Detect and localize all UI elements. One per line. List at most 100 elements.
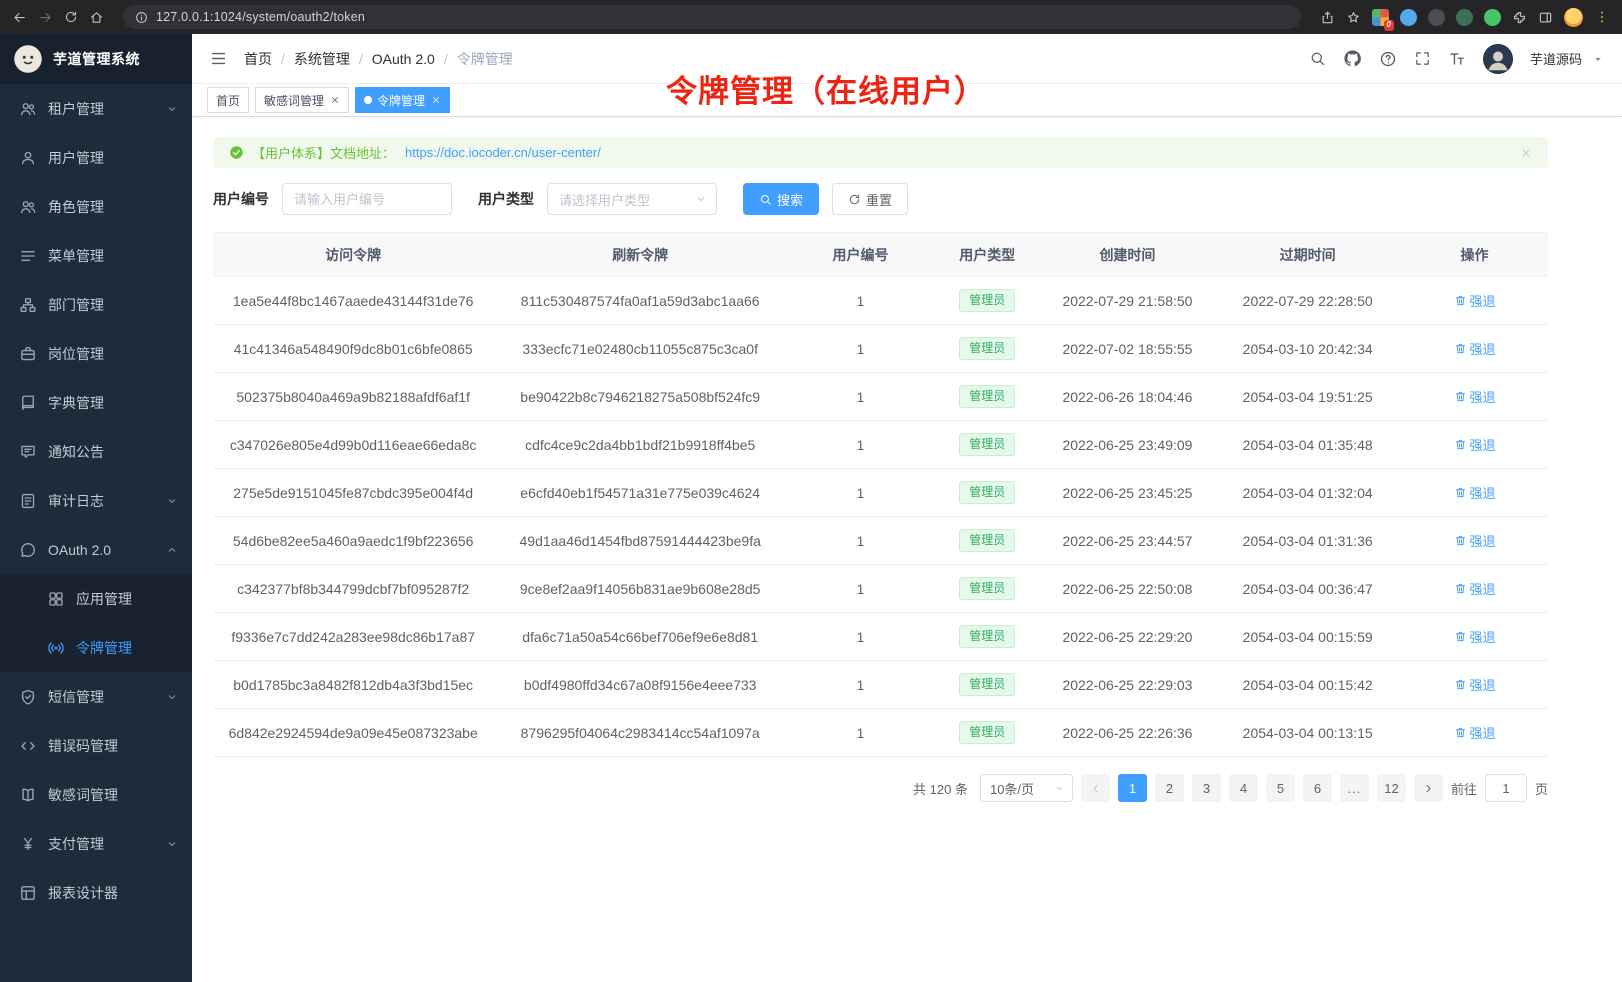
user-avatar[interactable] bbox=[1483, 44, 1513, 74]
address-bar[interactable]: 127.0.0.1:1024/system/oauth2/token bbox=[123, 5, 1301, 29]
page-button-3[interactable]: 3 bbox=[1192, 774, 1221, 802]
page-button-1[interactable]: 1 bbox=[1118, 774, 1147, 802]
extension-icon[interactable] bbox=[1400, 9, 1417, 26]
help-icon[interactable] bbox=[1379, 50, 1397, 68]
alert-close-icon[interactable] bbox=[1520, 147, 1532, 159]
trash-icon bbox=[1454, 438, 1467, 451]
sidebar-item-dict[interactable]: 字典管理 bbox=[0, 378, 192, 427]
browser-profile-avatar[interactable] bbox=[1564, 8, 1583, 27]
dept-icon bbox=[19, 296, 37, 314]
info-icon[interactable] bbox=[135, 11, 148, 24]
force-logout-button[interactable]: 强退 bbox=[1454, 387, 1496, 406]
breadcrumb-separator: / bbox=[444, 51, 448, 67]
user-type-select[interactable]: 请选择用户类型 bbox=[547, 183, 717, 215]
search-icon[interactable] bbox=[1309, 50, 1326, 67]
chevron-down-icon bbox=[1054, 783, 1065, 794]
user-name[interactable]: 芋道源码 bbox=[1530, 49, 1582, 68]
user-id-input[interactable] bbox=[282, 183, 452, 215]
bookmark-star-icon[interactable] bbox=[1346, 10, 1361, 25]
force-logout-button[interactable]: 强退 bbox=[1454, 435, 1496, 454]
navbar-actions: 芋道源码 bbox=[1309, 44, 1605, 74]
back-button[interactable] bbox=[12, 10, 27, 25]
breadcrumb-item[interactable]: 系统管理 bbox=[294, 49, 350, 69]
home-button[interactable] bbox=[89, 10, 104, 25]
force-logout-button[interactable]: 强退 bbox=[1454, 483, 1496, 502]
col-expire-time: 过期时间 bbox=[1214, 233, 1401, 277]
reset-button[interactable]: 重置 bbox=[832, 183, 908, 215]
sidebar-item-notice[interactable]: 通知公告 bbox=[0, 427, 192, 476]
sidebar-toggle-button[interactable] bbox=[209, 49, 228, 68]
breadcrumb-item[interactable]: 首页 bbox=[244, 49, 272, 69]
force-logout-button[interactable]: 强退 bbox=[1454, 531, 1496, 550]
sidebar-item-report[interactable]: 报表设计器 bbox=[0, 868, 192, 917]
alert-doc-link[interactable]: https://doc.iocoder.cn/user-center/ bbox=[405, 145, 601, 160]
page-size-select[interactable]: 10条/页 bbox=[980, 774, 1073, 802]
fullscreen-icon[interactable] bbox=[1414, 50, 1431, 67]
page-button-2[interactable]: 2 bbox=[1155, 774, 1184, 802]
sidebar-item-sms[interactable]: 短信管理 bbox=[0, 672, 192, 721]
sidebar-item-post[interactable]: 岗位管理 bbox=[0, 329, 192, 378]
sidebar-item-oauth2-app[interactable]: 应用管理 bbox=[0, 574, 192, 623]
caret-down-icon[interactable] bbox=[1591, 52, 1605, 66]
extension-icon[interactable] bbox=[1484, 9, 1501, 26]
sidebar-item-oauth2[interactable]: OAuth 2.0 bbox=[0, 525, 192, 574]
extension-icon[interactable] bbox=[1428, 9, 1445, 26]
sensitive-icon bbox=[19, 786, 37, 804]
page-button-6[interactable]: 6 bbox=[1303, 774, 1332, 802]
tab-close-icon[interactable] bbox=[330, 95, 340, 105]
forward-button[interactable] bbox=[38, 10, 53, 25]
trash-icon bbox=[1454, 534, 1467, 547]
next-page-button[interactable] bbox=[1414, 774, 1443, 802]
reload-button[interactable] bbox=[64, 10, 78, 24]
extensions-puzzle-icon[interactable] bbox=[1512, 10, 1527, 25]
share-button[interactable] bbox=[1320, 10, 1335, 25]
sidebar-item-tenant[interactable]: 租户管理 bbox=[0, 84, 192, 133]
tab-close-icon[interactable] bbox=[431, 95, 441, 105]
page-button-4[interactable]: 4 bbox=[1229, 774, 1258, 802]
trash-icon bbox=[1454, 582, 1467, 595]
refresh-token-cell: dfa6c71a50a54c66bef706ef9e6e8d81 bbox=[493, 613, 787, 661]
sidebar-item-user[interactable]: 用户管理 bbox=[0, 133, 192, 182]
sidebar-item-pay[interactable]: 支付管理 bbox=[0, 819, 192, 868]
side-panel-button[interactable] bbox=[1538, 10, 1553, 25]
force-logout-button[interactable]: 强退 bbox=[1454, 675, 1496, 694]
force-logout-button[interactable]: 强退 bbox=[1454, 291, 1496, 310]
page-button-12[interactable]: 12 bbox=[1377, 774, 1406, 802]
action-cell: 强退 bbox=[1401, 325, 1548, 373]
page-more-button[interactable]: ... bbox=[1340, 774, 1369, 802]
app-logo[interactable]: 芋道管理系统 bbox=[0, 34, 192, 84]
sidebar-item-menu[interactable]: 菜单管理 bbox=[0, 231, 192, 280]
force-logout-button[interactable]: 强退 bbox=[1454, 339, 1496, 358]
github-icon[interactable] bbox=[1343, 49, 1362, 68]
tab-label: 令牌管理 bbox=[377, 92, 425, 109]
refresh-token-cell: be90422b8c7946218275a508bf524fc9 bbox=[493, 373, 787, 421]
sidebar-item-role[interactable]: 角色管理 bbox=[0, 182, 192, 231]
search-button[interactable]: 搜索 bbox=[743, 183, 819, 215]
action-cell: 强退 bbox=[1401, 277, 1548, 325]
sidebar-item-sensitive-word[interactable]: 敏感词管理 bbox=[0, 770, 192, 819]
sidebar-item-oauth2-token[interactable]: 令牌管理 bbox=[0, 623, 192, 672]
prev-page-button[interactable] bbox=[1081, 774, 1110, 802]
extension-icon[interactable]: 0 bbox=[1372, 9, 1389, 26]
extension-icon[interactable] bbox=[1456, 9, 1473, 26]
goto-page-input[interactable] bbox=[1485, 774, 1527, 802]
tab-oauth2-token[interactable]: 令牌管理 bbox=[355, 87, 450, 113]
user-type-cell: 管理员 bbox=[934, 373, 1041, 421]
sidebar-item-dept[interactable]: 部门管理 bbox=[0, 280, 192, 329]
logo-avatar bbox=[13, 44, 43, 74]
force-logout-button[interactable]: 强退 bbox=[1454, 723, 1496, 742]
force-logout-button[interactable]: 强退 bbox=[1454, 627, 1496, 646]
tab-sensitive-word[interactable]: 敏感词管理 bbox=[255, 87, 349, 113]
sidebar-item-audit-log[interactable]: 审计日志 bbox=[0, 476, 192, 525]
create-time-cell: 2022-06-25 22:29:20 bbox=[1041, 613, 1215, 661]
tab-home[interactable]: 首页 bbox=[207, 87, 249, 113]
breadcrumb-item[interactable]: OAuth 2.0 bbox=[372, 51, 435, 67]
force-logout-button[interactable]: 强退 bbox=[1454, 579, 1496, 598]
user-type-cell: 管理员 bbox=[934, 469, 1041, 517]
user-type-placeholder: 请选择用户类型 bbox=[559, 190, 650, 209]
page-button-5[interactable]: 5 bbox=[1266, 774, 1295, 802]
sidebar-item-error-code[interactable]: 错误码管理 bbox=[0, 721, 192, 770]
url-text: 127.0.0.1:1024/system/oauth2/token bbox=[156, 10, 365, 24]
browser-menu-button[interactable] bbox=[1594, 9, 1610, 25]
font-size-icon[interactable] bbox=[1448, 50, 1466, 68]
